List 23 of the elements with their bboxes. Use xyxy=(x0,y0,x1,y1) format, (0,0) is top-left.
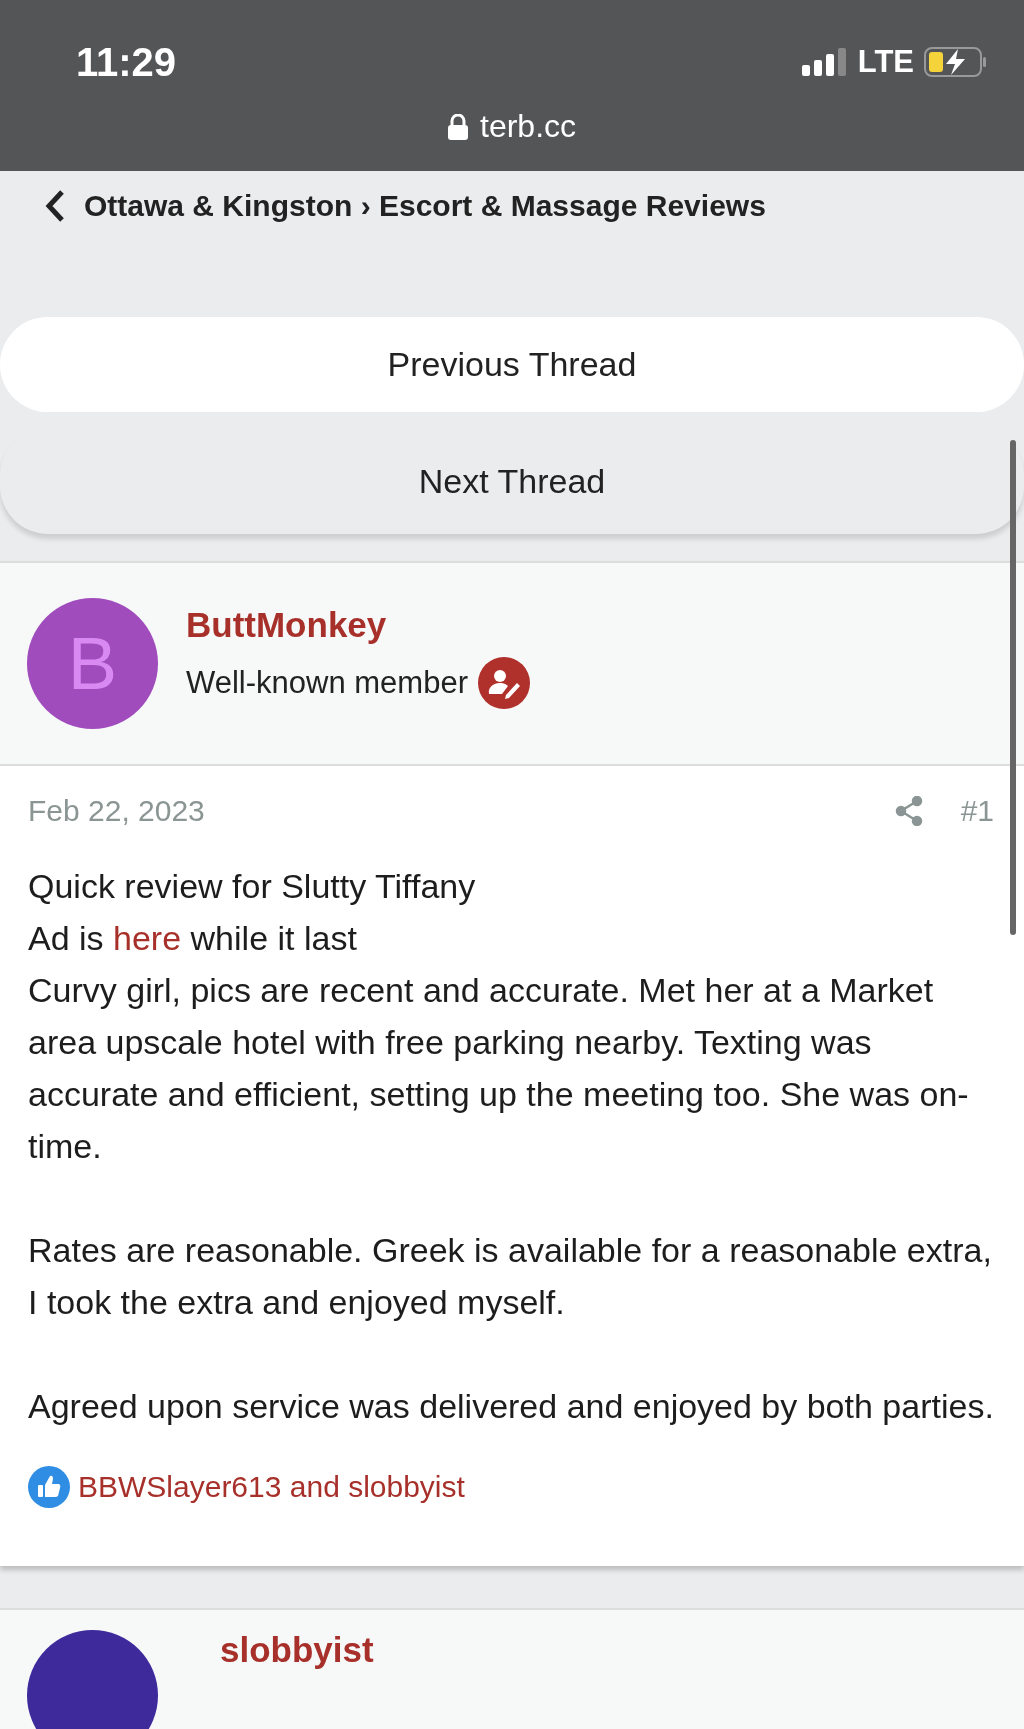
reaction-names[interactable]: BBWSlayer613 and slobbyist xyxy=(78,1470,465,1504)
thread-nav-button[interactable]: Next Thread xyxy=(0,428,1024,534)
share-icon[interactable] xyxy=(894,796,923,826)
post-text: Quick review for Slutty Tiffany xyxy=(28,866,477,907)
post-text: Rates are reasonable. Greek is available for a reasonable extra, I took the extra and enjoyed myself. xyxy=(28,1230,993,1323)
author-name[interactable]: slobbyist xyxy=(220,1630,374,1729)
lock-icon xyxy=(448,113,468,140)
signal-icon xyxy=(801,48,848,76)
author-name[interactable]: ButtMonkey xyxy=(186,604,530,645)
user-pencil-icon xyxy=(477,656,530,709)
post-text: Ad is here while it last xyxy=(28,918,358,959)
status-time: 11:29 xyxy=(76,40,177,85)
like-icon xyxy=(28,1466,70,1508)
back-icon[interactable] xyxy=(44,189,66,223)
post-text: Curvy girl, pics are recent and accurate. Met her at a Market area upscale hotel with free parking nearby. Texting was accurate and efficient, setting up the meeting too. She was on-time. xyxy=(28,970,970,1167)
battery-icon xyxy=(924,46,988,78)
network-label: LTE xyxy=(857,44,914,80)
user-title: Well-known member xyxy=(186,664,468,701)
breadcrumb-link[interactable]: Ottawa & Kingston › Escort & Massage Reviews xyxy=(84,189,766,223)
post-text: Agreed upon service was delivered and enjoyed by both parties. xyxy=(28,1386,994,1427)
ad-link[interactable]: here xyxy=(113,919,182,957)
thread-nav-button[interactable]: Previous Thread xyxy=(0,317,1024,412)
url-text[interactable]: terb.cc xyxy=(480,108,576,145)
